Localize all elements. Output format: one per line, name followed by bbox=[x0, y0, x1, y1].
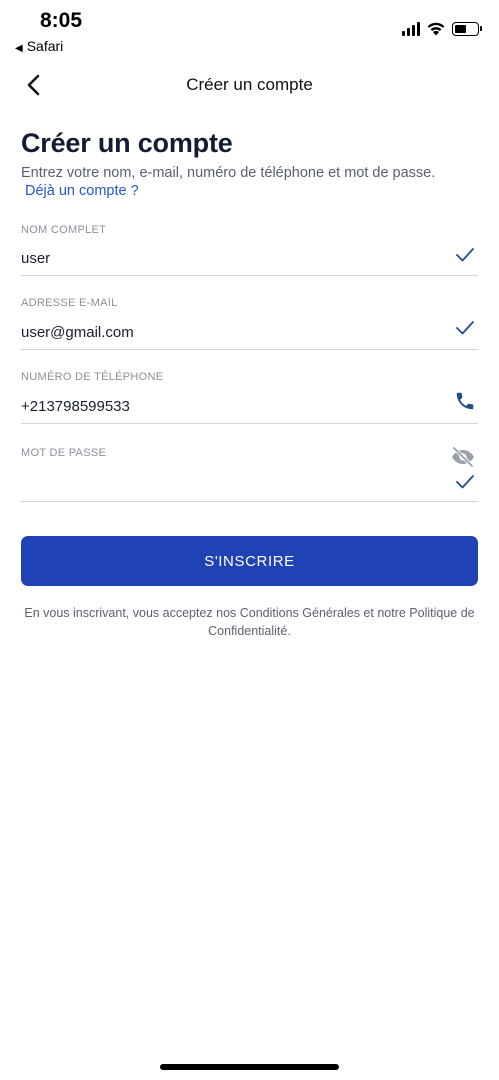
description-text: Entrez votre nom, e-mail, numéro de télé… bbox=[21, 165, 436, 181]
wifi-icon bbox=[427, 22, 445, 36]
terms-text: En vous inscrivant, vous acceptez nos Co… bbox=[24, 606, 475, 638]
home-indicator[interactable] bbox=[160, 1064, 339, 1070]
name-label: NOM COMPLET bbox=[21, 224, 107, 236]
phone-icon[interactable] bbox=[454, 390, 476, 412]
eye-off-icon[interactable] bbox=[450, 446, 476, 468]
status-icons bbox=[402, 21, 482, 36]
email-input[interactable] bbox=[21, 324, 421, 341]
password-input[interactable] bbox=[21, 475, 421, 492]
password-field: MOT DE PASSE bbox=[21, 446, 478, 502]
phone-input[interactable] bbox=[21, 398, 421, 415]
back-app-label: Safari bbox=[26, 38, 64, 54]
cellular-signal-icon bbox=[402, 21, 420, 36]
status-time: 8:05 bbox=[40, 9, 83, 32]
check-icon bbox=[454, 317, 476, 339]
email-label: ADRESSE E-MAIL bbox=[21, 297, 118, 309]
signup-button[interactable]: S'INSCRIRE bbox=[21, 536, 478, 586]
phone-field: NUMÉRO DE TÉLÉPHONE bbox=[21, 371, 478, 424]
back-triangle-icon: ◀ bbox=[15, 43, 23, 54]
name-field: NOM COMPLET bbox=[21, 224, 478, 276]
page-description: Entrez votre nom, e-mail, numéro de télé… bbox=[21, 164, 471, 200]
password-label: MOT DE PASSE bbox=[21, 447, 107, 459]
page-title: Créer un compte bbox=[21, 128, 233, 158]
battery-icon bbox=[452, 21, 482, 36]
check-icon bbox=[454, 471, 476, 493]
phone-label: NUMÉRO DE TÉLÉPHONE bbox=[21, 371, 164, 383]
back-to-app[interactable]: ◀ Safari bbox=[15, 38, 63, 54]
name-input[interactable] bbox=[21, 250, 421, 267]
nav-title: Créer un compte bbox=[186, 75, 313, 94]
login-link[interactable]: Déjà un compte ? bbox=[25, 183, 139, 199]
email-field: ADRESSE E-MAIL bbox=[21, 297, 478, 350]
check-icon bbox=[454, 244, 476, 266]
